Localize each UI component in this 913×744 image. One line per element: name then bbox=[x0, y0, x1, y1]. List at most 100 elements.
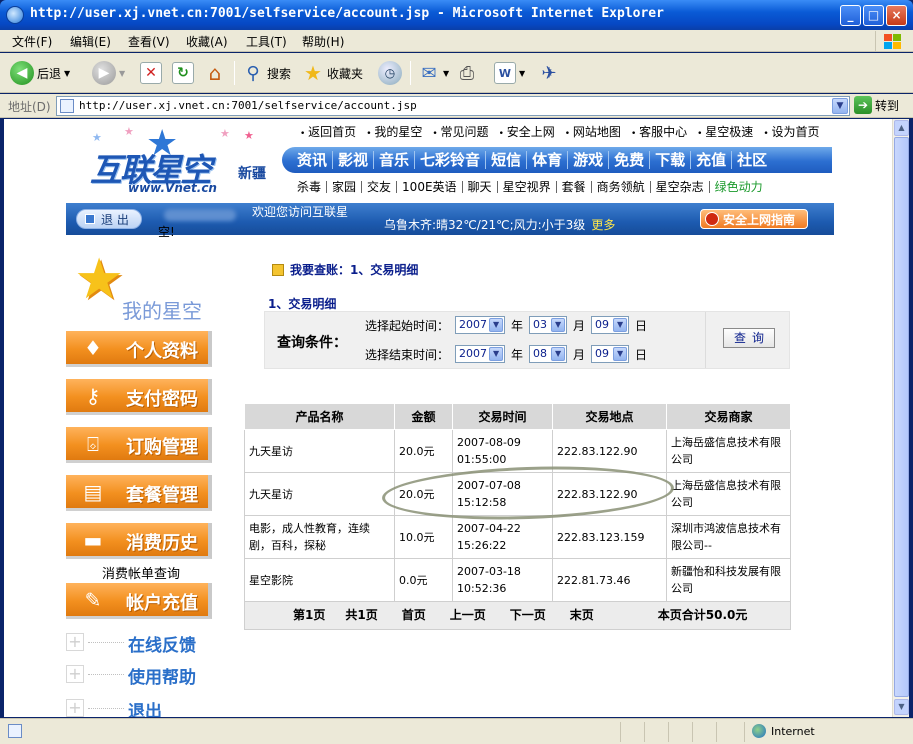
messenger-icon: ✈ bbox=[541, 62, 557, 84]
toplink-speed[interactable]: 星空极速 bbox=[697, 123, 753, 140]
nav-music[interactable]: 音乐 bbox=[374, 151, 416, 169]
toplink-sitemap[interactable]: 网站地图 bbox=[565, 123, 621, 140]
subnav-business[interactable]: 商务领航 bbox=[592, 181, 651, 193]
end-day-select[interactable]: 09 ▼ bbox=[591, 345, 630, 363]
nav-sports[interactable]: 体育 bbox=[527, 151, 569, 169]
back-button[interactable]: ◀ 后退 ▼ bbox=[10, 59, 70, 87]
edit-dropdown-icon[interactable]: ▼ bbox=[519, 69, 525, 78]
cell-merchant: 上海岳盛信息技术有限公司 bbox=[666, 472, 791, 516]
sidebar-item-label: 帐户充值 bbox=[126, 593, 198, 614]
favorites-button[interactable]: ★ 收藏夹 bbox=[302, 59, 363, 87]
prev-page-link[interactable]: 上一页 bbox=[450, 607, 486, 624]
site-banner: ★ ★ ★ ★ ★ 互联星空 www.Vnet.cn 新疆 返回首页 我的星空 … bbox=[66, 119, 834, 239]
nav-free[interactable]: 免费 bbox=[609, 151, 651, 169]
toplink-sethome[interactable]: 设为首页 bbox=[763, 123, 819, 140]
subnav-english[interactable]: 100E英语 bbox=[397, 181, 463, 193]
subnav-antivirus[interactable]: 杀毒 bbox=[292, 181, 328, 193]
tree-item-feedback[interactable]: + 在线反馈 bbox=[66, 629, 216, 656]
toplink-service[interactable]: 客服中心 bbox=[631, 123, 687, 140]
nav-community[interactable]: 社区 bbox=[732, 151, 772, 169]
sidebar-item-packages[interactable]: ▤ 套餐管理 bbox=[66, 475, 212, 511]
sidebar-item-password[interactable]: ⚷ 支付密码 bbox=[66, 379, 212, 415]
toplink-safety[interactable]: 安全上网 bbox=[499, 123, 555, 140]
menu-view[interactable]: 查看(V) bbox=[128, 33, 170, 50]
scroll-up-icon[interactable]: ▲ bbox=[894, 120, 909, 136]
address-dropdown-icon[interactable]: ▼ bbox=[832, 98, 848, 114]
nav-download[interactable]: 下载 bbox=[650, 151, 692, 169]
tree-item-help[interactable]: + 使用帮助 bbox=[66, 661, 216, 688]
minimize-button[interactable]: _ bbox=[840, 5, 861, 26]
subnav-friends[interactable]: 交友 bbox=[362, 181, 398, 193]
messenger-button[interactable]: ✈ bbox=[538, 59, 560, 87]
nav-news[interactable]: 资讯 bbox=[292, 151, 334, 169]
tree-item-logout[interactable]: + 退出 bbox=[66, 695, 216, 717]
bill-query-link[interactable]: 消费帐单查询 bbox=[102, 563, 180, 582]
nav-video[interactable]: 影视 bbox=[333, 151, 375, 169]
end-month-select[interactable]: 08 ▼ bbox=[529, 345, 568, 363]
address-input[interactable]: http://user.xj.vnet.cn:7001/selfservice/… bbox=[56, 96, 850, 116]
toplink-faq[interactable]: 常见问题 bbox=[432, 123, 489, 140]
page-icon bbox=[60, 99, 74, 113]
nav-recharge[interactable]: 充值 bbox=[691, 151, 733, 169]
mail-dropdown-icon[interactable]: ▼ bbox=[443, 69, 449, 78]
scroll-down-icon[interactable]: ▼ bbox=[894, 699, 909, 715]
start-year-select[interactable]: 2007 ▼ bbox=[455, 316, 506, 334]
stop-button[interactable]: ✕ bbox=[140, 59, 162, 87]
next-page-link[interactable]: 下一页 bbox=[510, 607, 546, 624]
subnav-chat[interactable]: 聊天 bbox=[463, 181, 498, 193]
home-button[interactable]: ⌂ bbox=[204, 59, 226, 87]
start-month-select[interactable]: 03 ▼ bbox=[529, 316, 568, 334]
logout-button[interactable]: 退 出 bbox=[76, 209, 142, 229]
maximize-button[interactable]: □ bbox=[863, 5, 884, 26]
nav-sms[interactable]: 短信 bbox=[486, 151, 528, 169]
forward-button[interactable]: ▶ ▼ bbox=[92, 59, 125, 87]
first-page-link[interactable]: 首页 bbox=[402, 607, 426, 624]
scroll-thumb[interactable] bbox=[894, 137, 909, 697]
start-day-select[interactable]: 09 ▼ bbox=[591, 316, 630, 334]
expand-icon[interactable]: + bbox=[66, 633, 84, 651]
expand-icon[interactable]: + bbox=[66, 699, 84, 717]
subnav-green[interactable]: 绿色动力 bbox=[710, 181, 768, 193]
address-url[interactable]: http://user.xj.vnet.cn:7001/selfservice/… bbox=[79, 99, 417, 112]
safety-guide-button[interactable]: 安全上网指南 bbox=[700, 209, 808, 229]
go-button[interactable]: ➔ 转到 bbox=[854, 96, 899, 114]
close-button[interactable]: × bbox=[886, 5, 907, 26]
last-page-link[interactable]: 末页 bbox=[570, 607, 594, 624]
refresh-button[interactable]: ↻ bbox=[172, 59, 194, 87]
subnav-magazine[interactable]: 星空杂志 bbox=[651, 181, 710, 193]
back-dropdown-icon[interactable]: ▼ bbox=[64, 69, 70, 78]
end-year-select[interactable]: 2007 ▼ bbox=[455, 345, 506, 363]
toplink-mystar[interactable]: 我的星空 bbox=[366, 123, 422, 140]
menu-favorites[interactable]: 收藏(A) bbox=[186, 33, 228, 50]
sidebar-item-orders[interactable]: ⌺ 订购管理 bbox=[66, 427, 212, 463]
subnav-package[interactable]: 套餐 bbox=[557, 181, 592, 193]
expand-icon[interactable]: + bbox=[66, 665, 84, 683]
subnav-vision[interactable]: 星空视界 bbox=[498, 181, 557, 193]
sidebar-item-history[interactable]: ▬ 消费历史 bbox=[66, 523, 212, 559]
search-button[interactable]: ⚲ 搜索 bbox=[242, 59, 291, 87]
weather-more-link[interactable]: 更多 bbox=[591, 218, 615, 232]
nav-ringtone[interactable]: 七彩铃音 bbox=[415, 151, 487, 169]
history-button[interactable]: ◷ bbox=[378, 59, 402, 87]
subnav-home[interactable]: 家园 bbox=[327, 181, 363, 193]
edit-button[interactable]: W ▼ bbox=[494, 59, 525, 87]
toplink-home[interactable]: 返回首页 bbox=[300, 123, 356, 140]
mail-button[interactable]: ✉ ▼ bbox=[418, 59, 449, 87]
menu-tools[interactable]: 工具(T) bbox=[246, 33, 287, 50]
menu-help[interactable]: 帮助(H) bbox=[302, 33, 344, 50]
query-button[interactable]: 查询 bbox=[723, 328, 775, 348]
print-button[interactable]: ⎙ bbox=[456, 59, 478, 87]
breadcrumb: 我要查账：1、交易明细 bbox=[272, 261, 418, 278]
sidebar-item-profile[interactable]: ♦ 个人资料 bbox=[66, 331, 212, 367]
menu-edit[interactable]: 编辑(E) bbox=[70, 33, 111, 50]
sidebar-item-recharge[interactable]: ✎ 帐户充值 bbox=[66, 583, 212, 619]
table-row: 星空影院 0.0元 2007-03-18 10:52:36 222.81.73.… bbox=[244, 558, 791, 602]
site-logo[interactable]: ★ ★ ★ ★ ★ 互联星空 www.Vnet.cn 新疆 bbox=[70, 123, 275, 201]
forward-dropdown-icon[interactable]: ▼ bbox=[119, 69, 125, 78]
menu-file[interactable]: 文件(F) bbox=[12, 33, 52, 50]
cell-ip: 222.81.73.46 bbox=[552, 558, 667, 602]
stop-icon: ✕ bbox=[140, 62, 162, 84]
page-current: 第1页 bbox=[293, 608, 326, 622]
nav-games[interactable]: 游戏 bbox=[568, 151, 610, 169]
vertical-scrollbar[interactable]: ▲ ▼ bbox=[892, 119, 909, 717]
